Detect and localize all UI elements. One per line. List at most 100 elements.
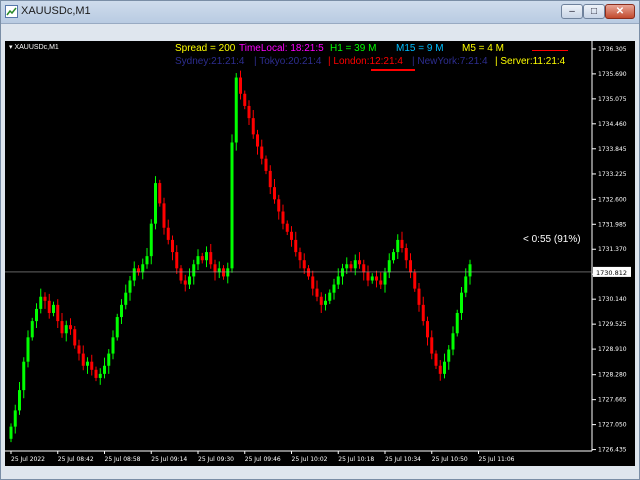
candle-body — [247, 105, 251, 119]
candle-body — [73, 329, 77, 346]
price-tick-label: 1735.075 — [598, 96, 627, 103]
candle-body — [43, 296, 47, 301]
close-icon: ✕ — [615, 6, 625, 17]
price-tick-label: 1731.370 — [598, 246, 627, 253]
candle-body — [336, 276, 340, 285]
candle-body — [18, 390, 21, 411]
candle-body — [243, 93, 247, 106]
candle-body — [111, 337, 115, 354]
time-local-readout: TimeLocal: 18:21:5 — [239, 43, 324, 54]
candle-body — [22, 361, 26, 391]
title-bar[interactable]: XAUUSDc,M1 – □ ✕ — [1, 1, 639, 24]
candle-body — [353, 260, 357, 269]
candle-body — [158, 183, 162, 204]
time-tick-label: 25 Jul 08:58 — [105, 456, 141, 463]
time-tick-label: 25 Jul 09:30 — [198, 456, 234, 463]
symbol-text: XAUUSDc,M1 — [14, 44, 59, 51]
candle-body — [64, 325, 68, 334]
candle-body — [81, 353, 85, 366]
candle-body — [341, 268, 344, 277]
candle-body — [434, 353, 438, 366]
chart-app-icon — [5, 5, 18, 18]
candle-body — [277, 199, 281, 212]
candle-body — [69, 325, 72, 330]
candle-body — [226, 268, 230, 277]
close-button[interactable]: ✕ — [605, 4, 635, 19]
window-title: XAUUSDc,M1 — [21, 5, 91, 17]
newyork-time: | NewYork:7:21:4 — [412, 56, 488, 67]
candle-body — [209, 252, 213, 265]
candle-body — [438, 365, 442, 374]
time-tick-label: 25 Jul 10:34 — [385, 456, 421, 463]
candle-body — [383, 272, 387, 285]
candle-body — [124, 292, 128, 305]
minimize-button[interactable]: – — [561, 4, 583, 19]
candle-body — [200, 256, 204, 261]
price-tick-label: 1727.050 — [598, 422, 627, 429]
maximize-button[interactable]: □ — [583, 4, 605, 19]
dropdown-triangle-icon[interactable]: ▾ — [9, 44, 13, 51]
current-price-label: 1730.812 — [596, 269, 627, 277]
candle-body — [455, 312, 459, 334]
candle-body — [52, 304, 55, 313]
tokyo-time: | Tokyo:20:21:4 — [254, 56, 322, 67]
candle-body — [256, 134, 259, 147]
candle-body — [443, 361, 446, 374]
candle-body — [464, 276, 468, 293]
candle-body — [162, 203, 166, 228]
candle-body — [132, 268, 136, 281]
time-tick-label: 25 Jul 08:42 — [58, 456, 94, 463]
candle-body — [30, 321, 34, 338]
candle-body — [285, 223, 289, 232]
candle-body — [47, 300, 51, 313]
price-tick-label: 1735.690 — [598, 71, 627, 78]
candle-body — [26, 337, 30, 362]
minimize-icon: – — [569, 6, 575, 17]
candle-body — [302, 260, 306, 269]
candle-body — [294, 239, 298, 253]
candle-body — [9, 426, 13, 439]
candle-body — [222, 268, 225, 277]
candle-body — [409, 260, 412, 273]
candle-body — [345, 264, 349, 269]
price-tick-label: 1736.305 — [598, 46, 627, 53]
price-tick-label: 1728.910 — [598, 346, 627, 353]
candle-body — [396, 239, 400, 253]
candle-body — [141, 264, 145, 273]
price-tick-label: 1728.280 — [598, 372, 627, 379]
candle-body — [145, 256, 149, 265]
candle-body — [421, 304, 425, 322]
candle-body — [319, 296, 323, 305]
candle-body — [379, 280, 383, 285]
chart-window: XAUUSDc,M1 – □ ✕ 1736.305 1735.690 1735.07… — [0, 0, 640, 480]
price-tick-label: 1729.525 — [598, 321, 627, 328]
symbol-label: ▾ XAUUSDc,M1 — [9, 43, 59, 51]
candle-body — [171, 239, 174, 253]
price-tick-label: 1726.435 — [598, 447, 627, 454]
candle-body — [103, 365, 106, 374]
candlestick-chart[interactable]: 1736.305 1735.690 1735.075 1734.460 1733.845… — [5, 41, 635, 466]
h1-readout: H1 = 39 M — [330, 43, 377, 54]
price-tick-label: 1732.600 — [598, 196, 627, 203]
candle-body — [98, 373, 102, 378]
candle-body — [349, 264, 353, 269]
candle-body — [196, 256, 200, 265]
candle-body — [128, 280, 132, 293]
candle-body — [290, 231, 293, 240]
candle-body — [179, 268, 183, 281]
price-tick-label: 1731.985 — [598, 221, 627, 228]
price-chart[interactable]: 1736.305 1735.690 1735.075 1734.460 1733.845… — [5, 41, 635, 466]
candle-body — [35, 308, 38, 322]
server-time: | Server:11:21:4 — [495, 56, 566, 67]
bar-countdown: < 0:55 (91%) — [523, 234, 581, 245]
candle-body — [120, 304, 123, 318]
candle-body — [370, 276, 374, 281]
status-bar — [1, 467, 639, 479]
candle-body — [90, 361, 94, 370]
time-tick-label: 25 Jul 10:50 — [432, 456, 468, 463]
candle-body — [213, 264, 217, 273]
m15-readout: M15 = 9 M — [396, 43, 444, 54]
candle-body — [404, 248, 408, 261]
candle-body — [260, 146, 264, 159]
candle-body — [60, 321, 64, 334]
